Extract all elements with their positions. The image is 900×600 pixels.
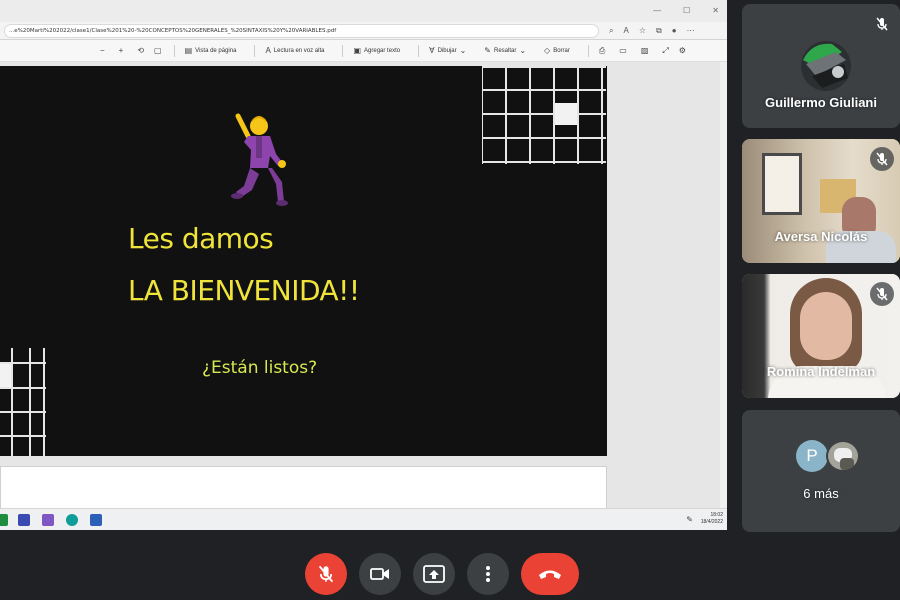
highlight-button[interactable]: ✎ Resaltar ⌄ — [484, 46, 526, 55]
edge-browser-icon[interactable] — [66, 514, 78, 526]
windows-taskbar: ✎ 18:02 18/4/2022 — [0, 508, 727, 530]
fit-page-icon[interactable]: ⟲ — [137, 46, 144, 55]
mic-off-icon — [876, 152, 888, 166]
zoom-out-icon[interactable]: − — [100, 46, 105, 55]
chevron-down-icon[interactable]: ⌄ — [519, 46, 526, 55]
toolbar-separator — [418, 44, 420, 57]
toolbar-separator — [254, 44, 256, 57]
participant-tile[interactable]: Romina Indelman — [742, 274, 900, 398]
slide-heading-line1: Les damos — [128, 222, 274, 255]
profile-icon[interactable]: ● — [672, 26, 677, 35]
highlight-icon: ✎ — [484, 46, 491, 55]
add-text-label: Agregar texto — [364, 47, 401, 54]
favorite-icon[interactable]: ☆ — [639, 26, 646, 35]
clock-time: 18:02 — [710, 512, 723, 518]
browser-titlebar: — ☐ ✕ — [0, 0, 727, 22]
add-text-button[interactable]: ▣ Agregar texto — [353, 46, 400, 55]
present-screen-icon — [423, 565, 445, 583]
mic-off-indicator — [870, 147, 894, 171]
visual-studio-code-icon[interactable] — [18, 514, 30, 526]
url-field[interactable]: ...e%20Marti%202022/clase1/Clase%201%20-… — [4, 23, 599, 38]
avatar — [826, 440, 860, 472]
present-screen-button[interactable] — [413, 553, 455, 595]
toolbar-separator — [173, 44, 175, 57]
grid-decoration — [0, 348, 46, 456]
more-participants-label: 6 más — [803, 486, 839, 501]
erase-label: Borrar — [553, 47, 570, 54]
highlight-label: Resaltar — [493, 47, 517, 54]
microphone-toggle-button[interactable] — [305, 553, 347, 595]
read-aloud-button[interactable]: A Lectura en voz alta — [265, 46, 324, 55]
video-monitor — [762, 153, 802, 215]
slide-page: Les damos LA BIENVENIDA!! ¿Están listos? — [0, 66, 607, 456]
menu-icon[interactable]: ⋯ — [687, 26, 695, 35]
avatar-image-detail — [840, 458, 854, 470]
participant-name: Romina Indelman — [766, 364, 876, 379]
pdf-viewer[interactable]: Les damos LA BIENVENIDA!! ¿Están listos? — [0, 62, 720, 510]
video-camera-icon — [370, 568, 389, 580]
eraser-icon: ◇ — [544, 46, 551, 55]
toolbar-separator — [587, 44, 589, 57]
hang-up-icon — [539, 570, 561, 579]
close-icon[interactable]: ✕ — [712, 6, 719, 15]
app-icon[interactable] — [0, 514, 8, 526]
draw-button[interactable]: ∀ Dibujar ⌄ — [429, 46, 466, 55]
read-aloud-icon: A — [265, 46, 271, 55]
draw-icon: ∀ — [429, 46, 435, 55]
visual-studio-icon[interactable] — [42, 514, 54, 526]
camera-toggle-button[interactable] — [359, 553, 401, 595]
participant-tile[interactable]: Guillermo Giuliani — [742, 4, 900, 128]
slide-question: ¿Están listos? — [202, 358, 318, 378]
next-slide-page — [0, 466, 607, 510]
rotate-icon[interactable]: ▢ — [154, 46, 162, 55]
erase-button[interactable]: ◇ Borrar — [544, 46, 570, 55]
more-vertical-icon — [486, 566, 490, 582]
participant-tile[interactable]: Aversa Nicolás — [742, 139, 900, 263]
participant-name: Aversa Nicolás — [774, 229, 868, 244]
zoom-in-icon[interactable]: + — [119, 46, 124, 55]
read-mode-icon[interactable]: A — [623, 26, 628, 35]
vertical-scrollbar[interactable] — [720, 62, 727, 510]
mic-off-icon — [876, 287, 888, 301]
save-as-icon[interactable]: ▨ — [641, 46, 649, 55]
page-view-button[interactable]: ▤ Vista de página — [185, 46, 237, 55]
save-disk-icon[interactable] — [90, 514, 102, 526]
mic-off-icon — [876, 17, 888, 31]
mic-off-indicator — [870, 12, 894, 36]
chevron-down-icon[interactable]: ⌄ — [460, 46, 467, 55]
collections-icon[interactable]: ⧉ — [656, 26, 662, 36]
maximize-icon[interactable]: ☐ — [683, 6, 690, 15]
mic-off-indicator — [870, 282, 894, 306]
participant-name: Guillermo Giuliani — [765, 95, 877, 110]
more-options-button[interactable] — [467, 553, 509, 595]
taskbar-clock[interactable]: 18:02 18/4/2022 — [701, 512, 723, 526]
toolbar-separator — [342, 44, 344, 57]
leave-call-button[interactable] — [521, 553, 579, 595]
clock-date: 18/4/2022 — [700, 519, 723, 525]
slide-heading-line2: LA BIENVENIDA!! — [128, 274, 360, 307]
fullscreen-icon[interactable]: ⤢ — [662, 46, 668, 56]
video-person-face — [800, 292, 852, 360]
avatar: P — [796, 440, 828, 472]
draw-label: Dibujar — [437, 47, 457, 54]
page-view-label: Vista de página — [195, 47, 237, 54]
dancing-person-emoji — [231, 113, 288, 206]
settings-icon[interactable]: ⚙ — [679, 46, 686, 55]
avatar — [801, 41, 851, 91]
mic-off-icon — [318, 565, 334, 583]
more-participants-tile[interactable]: P 6 más — [742, 410, 900, 532]
page-view-icon: ▤ — [184, 46, 193, 55]
pdf-toolbar: − + ⟲ ▢ ▤ Vista de página A Lectura en v… — [0, 40, 727, 62]
read-aloud-label: Lectura en voz alta — [273, 47, 325, 54]
add-text-icon: ▣ — [353, 46, 362, 55]
print-icon[interactable]: ⎙ — [599, 46, 605, 56]
save-icon[interactable]: ▭ — [619, 46, 627, 55]
address-bar: ...e%20Marti%202022/clase1/Clase%201%20-… — [0, 22, 727, 40]
pen-icon[interactable]: ✎ — [686, 515, 693, 524]
zoom-icon[interactable]: ⌕ — [609, 26, 613, 36]
shared-screen: — ☐ ✕ ...e%20Marti%202022/clase1/Clase%2… — [0, 0, 727, 530]
grid-decoration — [482, 66, 606, 164]
minimize-icon[interactable]: — — [653, 6, 661, 15]
